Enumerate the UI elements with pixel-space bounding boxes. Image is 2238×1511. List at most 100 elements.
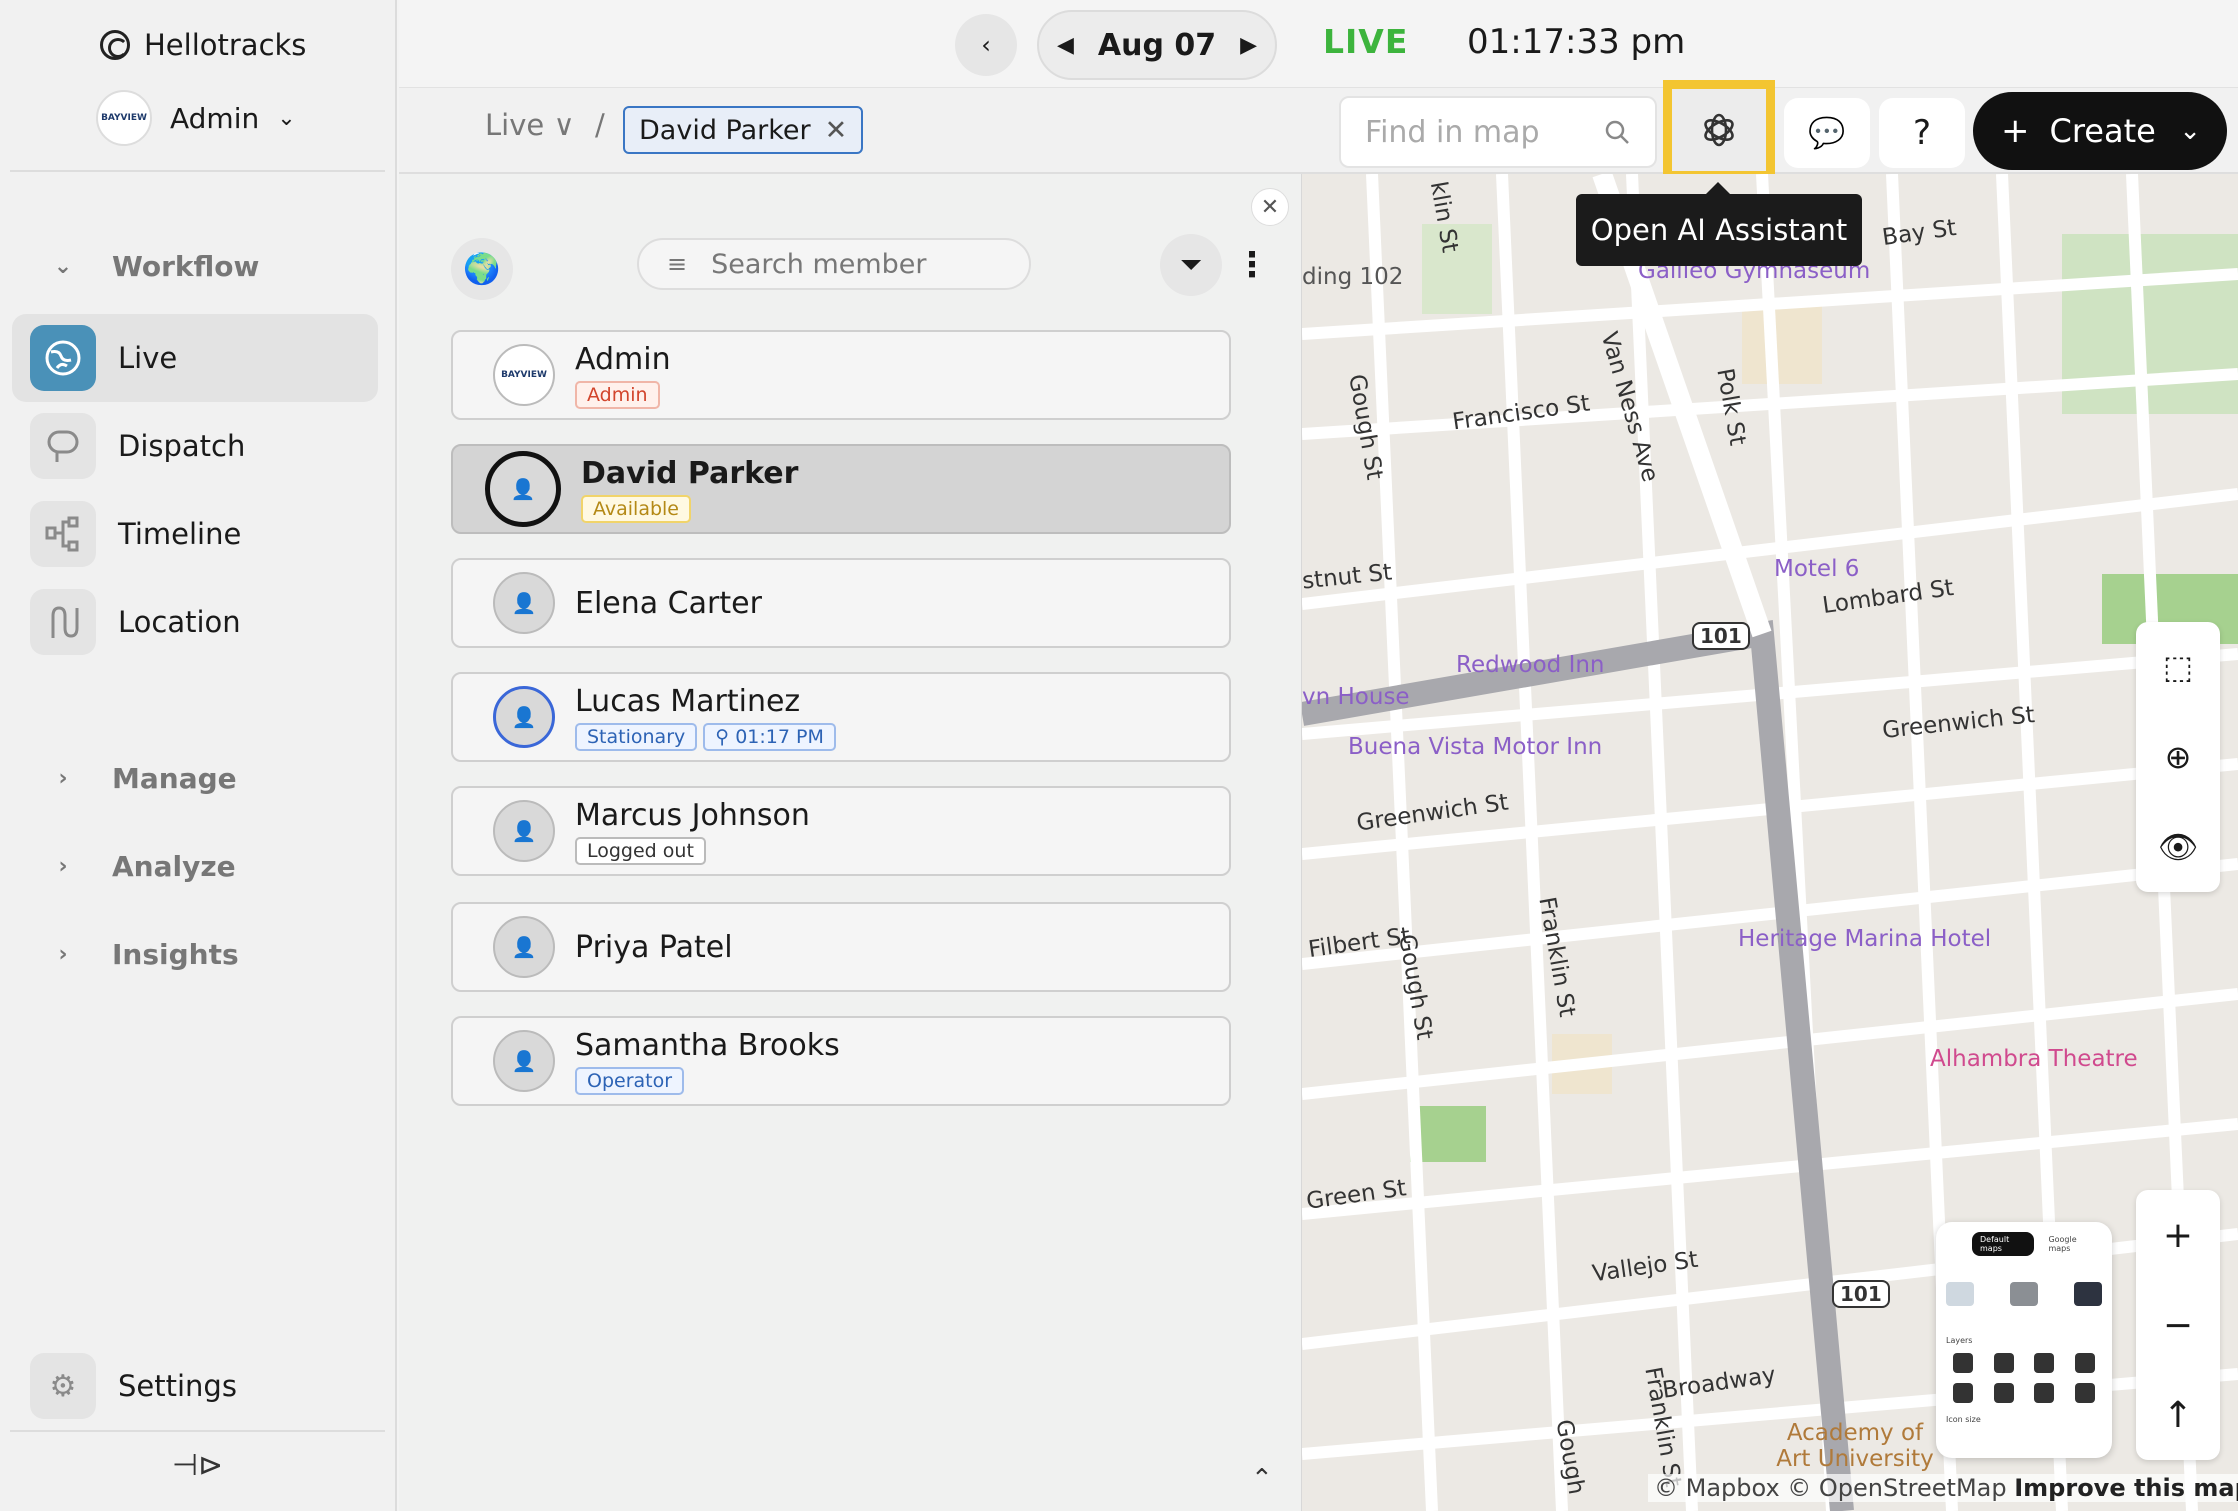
attribution-text[interactable]: © Mapbox © OpenStreetMap	[1654, 1474, 2007, 1502]
member-name: Admin	[575, 341, 671, 377]
prev-week-button[interactable]: ‹	[955, 14, 1017, 76]
date-picker[interactable]: ◀ Aug 07 ▶	[1037, 10, 1277, 80]
poi-label[interactable]: Alhambra Theatre	[1930, 1046, 2138, 1072]
chevron-down-icon: ∨	[553, 108, 575, 142]
next-day-arrow-icon[interactable]: ▶	[1240, 33, 1257, 58]
sidebar-item-settings[interactable]: ⚙ Settings	[12, 1342, 378, 1430]
member-row-david-parker[interactable]: 👤 David Parker Available	[451, 444, 1231, 534]
map-attribution: © Mapbox © OpenStreetMap Improve this ma…	[1648, 1474, 2238, 1502]
sidebar: Hellotracks BAYVIEW Admin ⌄ ⌄ Workflow L…	[0, 0, 397, 1511]
improve-map-link[interactable]: Improve this map	[2014, 1474, 2238, 1502]
map-style-card[interactable]: Default maps Google maps Layers Icon siz…	[1936, 1222, 2112, 1458]
close-icon[interactable]: ✕	[825, 115, 848, 146]
layers-title: Layers	[1946, 1336, 1973, 1345]
chevron-right-icon: ›	[58, 766, 68, 791]
avatar: 👤	[485, 451, 561, 527]
compass-arrow-icon[interactable]: ↑	[2163, 1395, 2193, 1436]
chevron-right-icon: ›	[58, 854, 68, 879]
member-row-marcus-johnson[interactable]: 👤 Marcus Johnson Logged out	[451, 786, 1231, 876]
close-panel-button[interactable]: ✕	[1251, 188, 1289, 226]
chevron-down-icon[interactable]: ⌄	[2179, 116, 2201, 146]
search-icon	[1605, 120, 1629, 144]
timeline-icon	[30, 501, 96, 567]
current-date[interactable]: Aug 07	[1098, 28, 1216, 63]
help-button[interactable]: ?	[1879, 98, 1965, 168]
section-label: Manage	[112, 762, 237, 795]
zoom-controls: + − ↑	[2136, 1190, 2220, 1460]
poi-label[interactable]: Redwood Inn	[1456, 652, 1605, 678]
search-member-input[interactable]: ≡ Search member	[637, 238, 1031, 290]
breadcrumb-live[interactable]: Live ∨	[485, 108, 575, 142]
poi-label[interactable]: Academy of Art University	[1770, 1420, 1940, 1472]
create-button[interactable]: + Create ⌄	[1973, 92, 2227, 170]
poi-label[interactable]: Buena Vista Motor Inn	[1348, 734, 1602, 760]
zoom-out-icon[interactable]: −	[2163, 1305, 2193, 1346]
poi-label[interactable]: Heritage Marina Hotel	[1738, 926, 1991, 952]
close-icon: ✕	[1260, 194, 1280, 220]
member-name: Elena Carter	[575, 585, 762, 621]
role-badge: Operator	[575, 1066, 685, 1095]
avatar: 👤	[493, 572, 555, 634]
filter-button[interactable]: ⏷	[1160, 234, 1222, 296]
section-analyze[interactable]: › Analyze	[50, 850, 235, 883]
globe-icon: 🌍	[463, 251, 501, 287]
sidebar-item-label: Dispatch	[118, 429, 246, 463]
poi-label[interactable]: ding 102	[1302, 264, 1403, 290]
top-bar: ‹ ◀ Aug 07 ▶ LIVE 01:17:33 pm	[399, 0, 2238, 88]
map-view-toggle-button[interactable]: 🌍	[451, 238, 513, 300]
chevron-up-icon[interactable]: ⌃	[1251, 1464, 1273, 1494]
section-label: Workflow	[112, 250, 260, 283]
section-insights[interactable]: › Insights	[50, 938, 239, 971]
member-row-priya-patel[interactable]: 👤 Priya Patel	[451, 902, 1231, 992]
person-icon: ⚲	[715, 725, 730, 748]
select-area-icon[interactable]: ⬚	[2163, 648, 2193, 686]
poi-label[interactable]: Motel 6	[1774, 556, 1859, 582]
chip-label: David Parker	[639, 114, 811, 146]
member-panel: ✕ 🌍 ≡ Search member ⏷ ⋮ BAYVIEW Admin Ad…	[399, 174, 1302, 1511]
section-workflow[interactable]: ⌄ Workflow	[50, 250, 260, 283]
current-time: 01:17:33 pm	[1467, 22, 1686, 62]
sidebar-divider	[10, 170, 385, 172]
sidebar-divider	[10, 1430, 385, 1432]
sidebar-item-dispatch[interactable]: Dispatch	[12, 402, 378, 490]
member-row-elena-carter[interactable]: 👤 Elena Carter	[451, 558, 1231, 648]
zoom-in-icon[interactable]: +	[2163, 1215, 2193, 1256]
brand[interactable]: Hellotracks	[100, 28, 306, 62]
add-point-icon[interactable]: ⊕	[2165, 738, 2192, 776]
sidebar-item-timeline[interactable]: Timeline	[12, 490, 378, 578]
funnel-icon: ⏷	[1179, 248, 1203, 281]
gear-icon: ⚙	[30, 1353, 96, 1419]
brand-name: Hellotracks	[144, 28, 307, 62]
section-manage[interactable]: › Manage	[50, 762, 237, 795]
account-switcher[interactable]: BAYVIEW Admin ⌄	[96, 90, 296, 146]
eye-icon[interactable]: 👁	[2158, 828, 2199, 866]
poi-label[interactable]: vn House	[1302, 684, 1410, 710]
openai-icon	[1691, 102, 1747, 158]
prev-day-arrow-icon[interactable]: ◀	[1057, 33, 1074, 58]
sidebar-item-location[interactable]: Location	[12, 578, 378, 666]
live-indicator[interactable]: LIVE	[1323, 22, 1408, 61]
ai-assistant-button[interactable]	[1663, 80, 1775, 180]
more-options-button[interactable]: ⋮	[1227, 234, 1277, 296]
member-row-admin[interactable]: BAYVIEW Admin Admin	[451, 330, 1231, 420]
sidebar-item-live[interactable]: Live	[12, 314, 378, 402]
layer-grid	[1946, 1353, 2102, 1403]
member-name: Marcus Johnson	[575, 797, 810, 833]
route-icon	[30, 589, 96, 655]
tab-default-maps[interactable]: Default maps	[1972, 1232, 2035, 1256]
member-name: Samantha Brooks	[575, 1027, 840, 1063]
plus-icon: +	[2001, 111, 2030, 151]
find-placeholder: Find in map	[1365, 114, 1540, 150]
chevron-left-icon: ‹	[981, 31, 991, 59]
selected-member-chip[interactable]: David Parker ✕	[623, 106, 864, 154]
avatar: 👤	[493, 916, 555, 978]
section-label: Insights	[112, 938, 239, 971]
find-in-map-input[interactable]: Find in map	[1339, 96, 1657, 168]
member-row-samantha-brooks[interactable]: 👤 Samantha Brooks Operator	[451, 1016, 1231, 1106]
chat-button[interactable]: 💬	[1784, 98, 1870, 168]
tab-google-maps[interactable]: Google maps	[2040, 1232, 2102, 1256]
breadcrumb-separator: /	[595, 108, 605, 142]
member-row-lucas-martinez[interactable]: 👤 Lucas Martinez Stationary ⚲ 01:17 PM	[451, 672, 1231, 762]
avatar: 👤	[493, 1030, 555, 1092]
pin-sidebar-icon[interactable]: ⊣⊳	[172, 1448, 223, 1483]
